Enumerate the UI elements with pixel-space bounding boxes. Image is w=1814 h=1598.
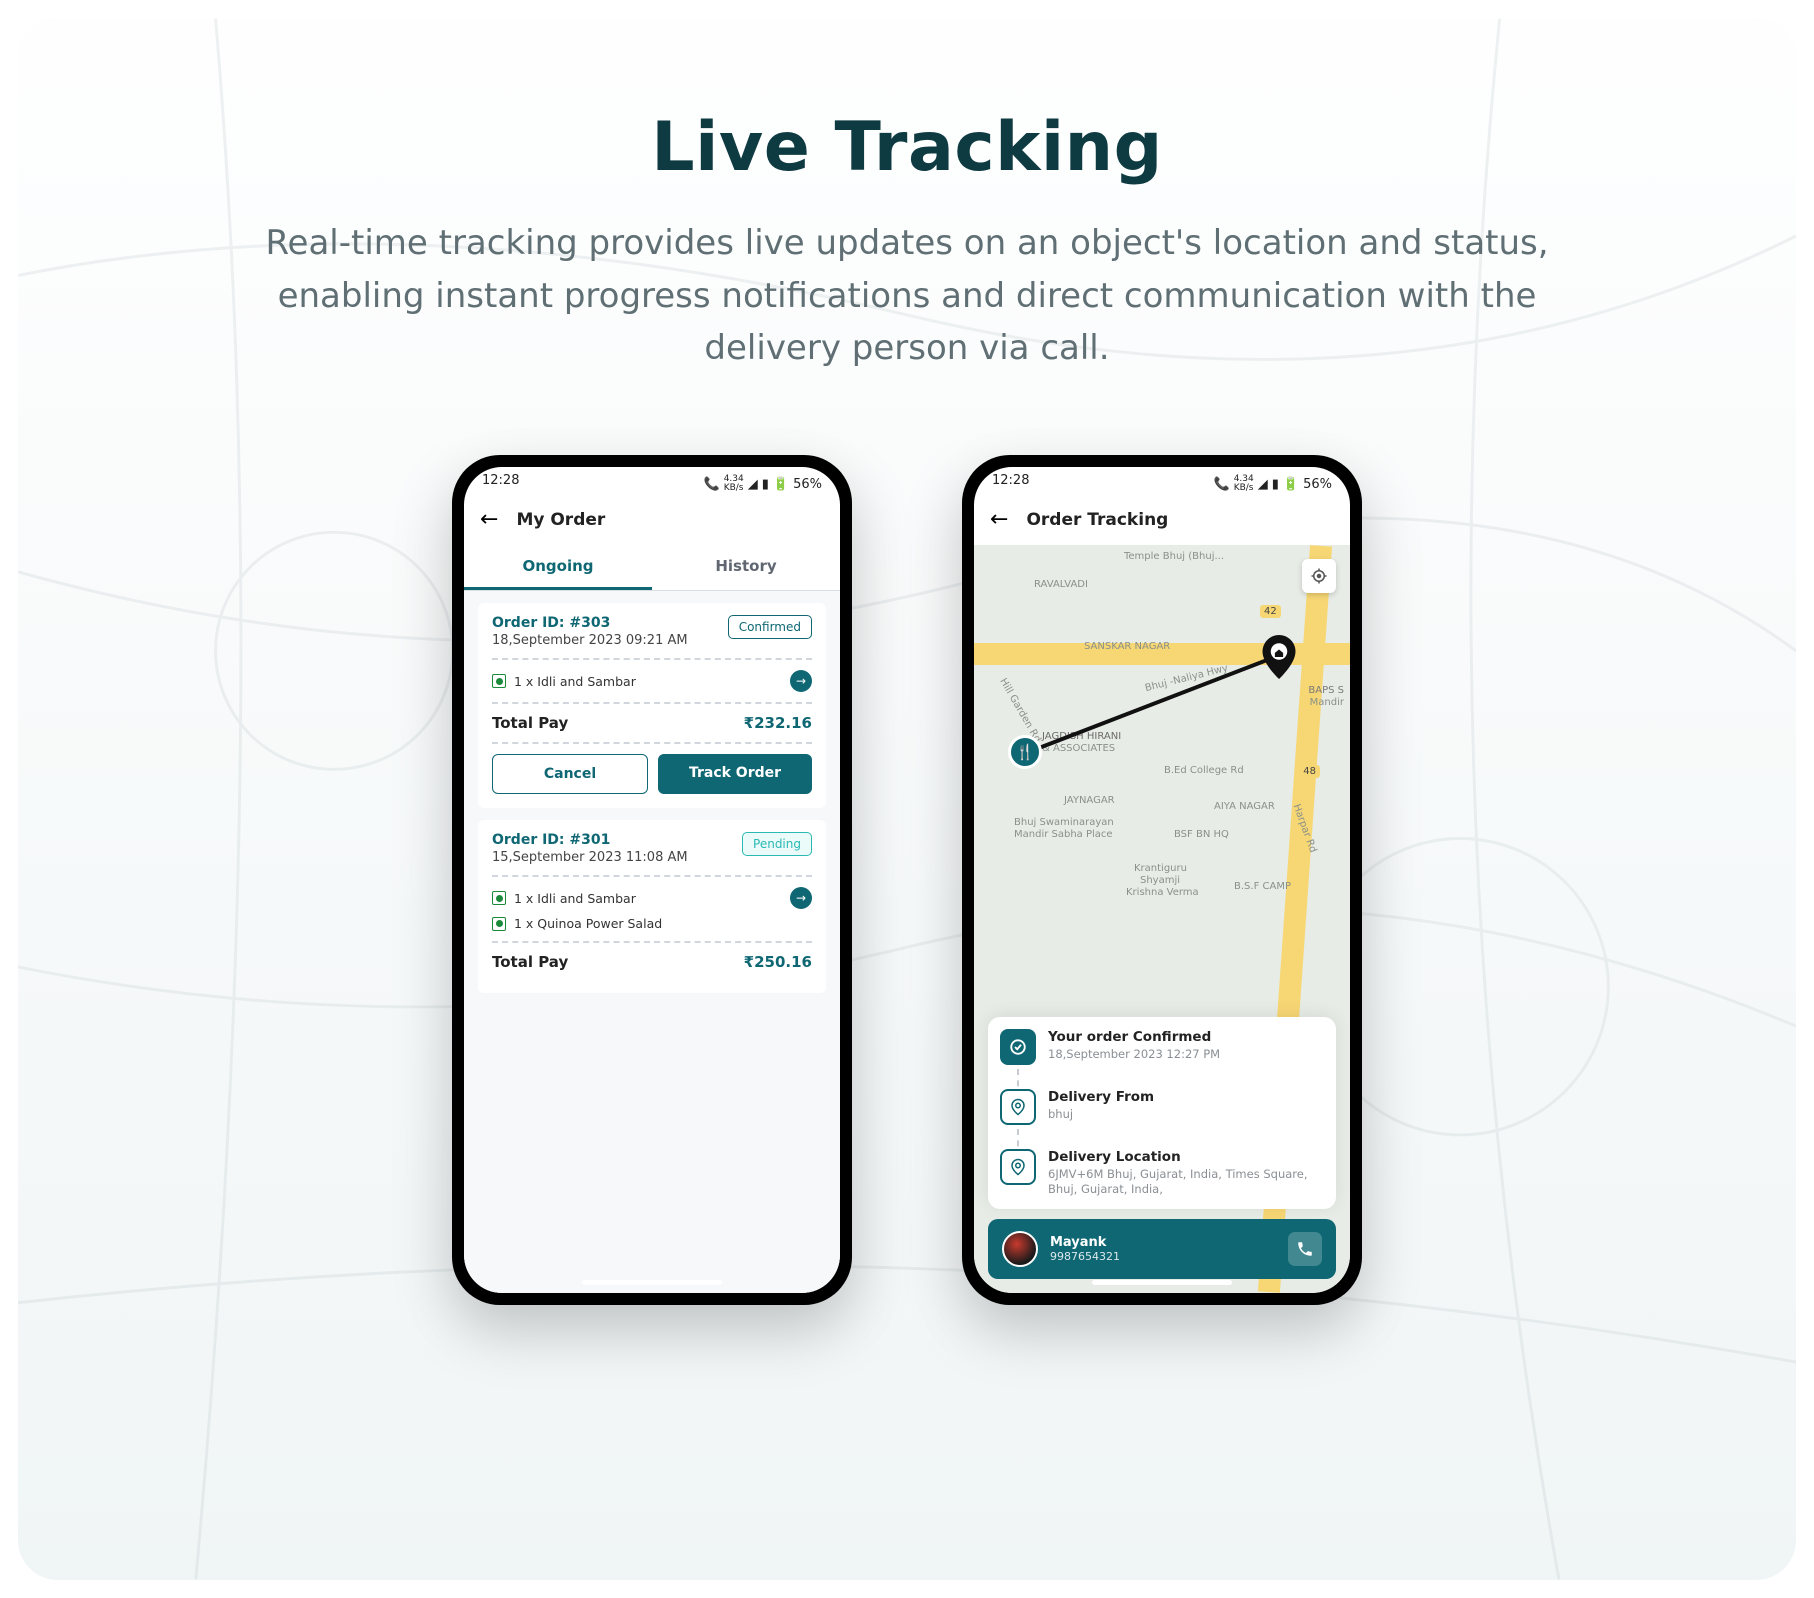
status-bar: 12:28 📞 4.34KB/s ◢ ▮ 🔋 56%	[974, 467, 1350, 495]
status-time: 12:28	[482, 473, 519, 495]
tab-ongoing[interactable]: Ongoing	[464, 545, 652, 590]
item-details-button[interactable]: →	[790, 887, 812, 909]
tracking-step: Delivery Location 6JMV+6M Bhuj, Gujarat,…	[1000, 1149, 1324, 1197]
order-item: 1 x Idli and Sambar →	[492, 670, 812, 692]
veg-icon	[492, 674, 506, 688]
order-id: Order ID: #303	[492, 615, 688, 631]
order-card: Order ID: #301 15,September 2023 11:08 A…	[478, 820, 826, 993]
order-date: 15,September 2023 11:08 AM	[492, 850, 688, 865]
screen-title: My Order	[516, 510, 605, 530]
order-id: Order ID: #301	[492, 832, 688, 848]
step-title: Your order Confirmed	[1048, 1029, 1220, 1045]
tracking-step: Delivery From bhuj	[1000, 1089, 1324, 1125]
battery-pct: 56%	[793, 477, 822, 492]
avatar	[1002, 1231, 1038, 1267]
order-item: 1 x Idli and Sambar →	[492, 887, 812, 909]
total-label: Total Pay	[492, 714, 568, 732]
pin-icon	[1000, 1089, 1036, 1125]
signal-icon: ▮	[762, 477, 769, 492]
home-pin-icon[interactable]	[1262, 635, 1296, 669]
driver-name: Mayank	[1050, 1235, 1120, 1250]
tracking-status-card: Your order Confirmed 18,September 2023 1…	[988, 1017, 1336, 1209]
call-button[interactable]	[1288, 1232, 1322, 1266]
step-title: Delivery From	[1048, 1089, 1154, 1105]
page-subtitle: Real-time tracking provides live updates…	[217, 217, 1597, 375]
status-badge: Pending	[742, 832, 812, 856]
back-arrow-icon[interactable]: ←	[990, 509, 1008, 531]
total-amount: ₹232.16	[744, 714, 812, 732]
veg-icon	[492, 917, 506, 931]
signal-icon: ▮	[1272, 477, 1279, 492]
driver-phone: 9987654321	[1050, 1250, 1120, 1263]
battery-pct: 56%	[1303, 477, 1332, 492]
status-badge: Confirmed	[728, 615, 812, 639]
back-arrow-icon[interactable]: ←	[480, 509, 498, 531]
screen-title: Order Tracking	[1026, 510, 1168, 530]
phone-mockup-tracking: 12:28 📞 4.34KB/s ◢ ▮ 🔋 56% ← Order Track…	[962, 455, 1362, 1305]
phone-mockup-orders: 12:28 📞 4.34KB/s ◢ ▮ 🔋 56% ← My Order On…	[452, 455, 852, 1305]
battery-icon: 🔋	[1283, 477, 1299, 492]
restaurant-pin-icon[interactable]: 🍴	[1008, 735, 1042, 769]
tab-history[interactable]: History	[652, 545, 840, 590]
check-icon	[1000, 1029, 1036, 1065]
status-bar: 12:28 📞 4.34KB/s ◢ ▮ 🔋 56%	[464, 467, 840, 495]
volte-icon: 📞	[1214, 477, 1230, 492]
tracking-step: Your order Confirmed 18,September 2023 1…	[1000, 1029, 1324, 1065]
total-label: Total Pay	[492, 953, 568, 971]
recenter-button[interactable]	[1302, 559, 1336, 593]
step-subtitle: bhuj	[1048, 1107, 1154, 1122]
step-title: Delivery Location	[1048, 1149, 1324, 1165]
wifi-icon: ◢	[1258, 477, 1268, 492]
page-title: Live Tracking	[18, 108, 1796, 187]
order-date: 18,September 2023 09:21 AM	[492, 633, 688, 648]
step-subtitle: 18,September 2023 12:27 PM	[1048, 1047, 1220, 1062]
order-item: 1 x Quinoa Power Salad	[492, 916, 812, 931]
order-card: Order ID: #303 18,September 2023 09:21 A…	[478, 603, 826, 808]
map-view[interactable]: Temple Bhuj (Bhuj... RAVALVADI SANSKAR N…	[974, 545, 1350, 1293]
item-details-button[interactable]: →	[790, 670, 812, 692]
cancel-button[interactable]: Cancel	[492, 754, 648, 794]
track-order-button[interactable]: Track Order	[658, 754, 812, 794]
veg-icon	[492, 891, 506, 905]
status-time: 12:28	[992, 473, 1029, 495]
wifi-icon: ◢	[748, 477, 758, 492]
step-subtitle: 6JMV+6M Bhuj, Gujarat, India, Times Squa…	[1048, 1167, 1324, 1197]
battery-icon: 🔋	[773, 477, 789, 492]
driver-bar: Mayank 9987654321	[988, 1219, 1336, 1279]
total-amount: ₹250.16	[744, 953, 812, 971]
pin-icon	[1000, 1149, 1036, 1185]
volte-icon: 📞	[704, 477, 720, 492]
